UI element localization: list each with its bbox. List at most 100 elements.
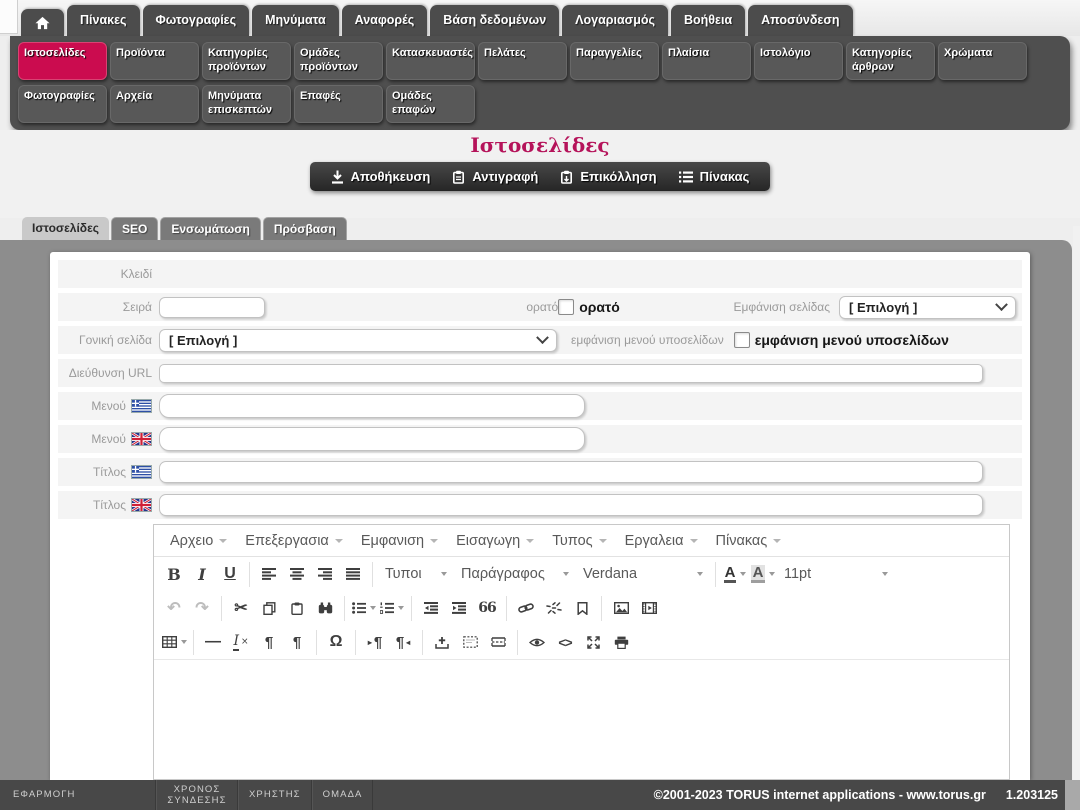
copy-content-button[interactable] (255, 595, 283, 622)
indent-button[interactable] (445, 595, 473, 622)
editor-menu-tools[interactable]: Εργαλεια (616, 533, 707, 549)
font-family-dropdown[interactable]: Verdana (576, 566, 710, 582)
module-button-omades-epafon[interactable]: Ομάδες επαφών (386, 85, 475, 123)
align-justify-button[interactable] (339, 561, 367, 588)
align-center-button[interactable] (283, 561, 311, 588)
module-button-katigories-arthron[interactable]: Κατηγορίες άρθρων (846, 42, 935, 80)
scrollbar-thumb[interactable] (1065, 780, 1080, 810)
cut-button[interactable]: ✂ (227, 595, 255, 622)
editor-menu-file[interactable]: Αρχειο (161, 533, 236, 549)
visible-checkbox[interactable] (558, 299, 574, 315)
preview-button[interactable] (523, 629, 551, 656)
menu-gr-input[interactable] (159, 394, 585, 418)
paragraph-button[interactable]: ¶ (255, 629, 283, 656)
print-button[interactable] (607, 629, 635, 656)
page-display-select[interactable]: [ Επιλογή ] (839, 296, 1016, 319)
topnav-tab-photos[interactable]: Φωτογραφίες (143, 5, 250, 36)
visual-blocks-button[interactable] (456, 629, 484, 656)
copy-button[interactable]: Αντιγραφή (441, 169, 549, 184)
insert-image-button[interactable] (607, 595, 635, 622)
module-button-istologio[interactable]: Ιστολόγιο (754, 42, 843, 80)
numbered-list-button[interactable] (378, 595, 406, 622)
chevron-down-icon (536, 331, 549, 344)
topnav-tab-reports[interactable]: Αναφορές (342, 5, 428, 36)
unlink-button[interactable] (540, 595, 568, 622)
module-button-plaisia[interactable]: Πλαίσια (662, 42, 751, 80)
topnav-tab-account[interactable]: Λογαριασμός (562, 5, 668, 36)
module-button-epafes[interactable]: Επαφές (294, 85, 383, 123)
fullscreen-button[interactable] (579, 629, 607, 656)
module-button-kataskeuastes[interactable]: Κατασκευαστές (386, 42, 475, 80)
undo-button[interactable]: ↶ (160, 595, 188, 622)
menu-en-input[interactable] (159, 427, 585, 451)
clear-formatting-button[interactable]: I× (227, 629, 255, 656)
align-right-button[interactable] (311, 561, 339, 588)
topnav-tab-messages[interactable]: Μηνύματα (252, 5, 339, 36)
anchor-button[interactable] (568, 595, 596, 622)
find-replace-button[interactable] (311, 595, 339, 622)
blockquote-button[interactable]: 66 (473, 595, 501, 622)
topnav-tab-logout[interactable]: Αποσύνδεση (748, 5, 852, 36)
tab-prosvasi[interactable]: Πρόσβαση (263, 217, 347, 240)
insert-media-button[interactable] (635, 595, 663, 622)
outdent-button[interactable] (417, 595, 445, 622)
table-insert-button[interactable] (160, 629, 188, 656)
module-button-omades-proionton[interactable]: Ομάδες προϊόντων (294, 42, 383, 80)
module-button-pelates[interactable]: Πελάτες (478, 42, 567, 80)
editor-menu-edit[interactable]: Επεξεργασια (236, 533, 352, 549)
block-format-dropdown[interactable]: Παράγραφος (454, 566, 576, 582)
topnav-tab-help[interactable]: Βοήθεια (671, 5, 745, 36)
editor-menu-view[interactable]: Εμφανιση (352, 533, 447, 549)
tab-ensomatosi[interactable]: Ενσωμάτωση (160, 217, 260, 240)
paste-content-button[interactable] (283, 595, 311, 622)
styles-dropdown[interactable]: Τυποι (378, 566, 454, 582)
submenu-checkbox[interactable] (734, 332, 750, 348)
align-left-button[interactable] (255, 561, 283, 588)
editor-menu-insert[interactable]: Εισαγωγη (447, 533, 543, 549)
page-break-button[interactable] (484, 629, 512, 656)
editor-menu-table[interactable]: Πίνακας (707, 533, 791, 549)
table-grid-icon (162, 636, 177, 648)
topnav-tab-database[interactable]: Βάση δεδομένων (430, 5, 559, 36)
show-invisibles-button[interactable]: ¶ (283, 629, 311, 656)
source-code-button[interactable]: <> (551, 629, 579, 656)
module-button-proionta[interactable]: Προϊόντα (110, 42, 199, 80)
title-en-input[interactable] (159, 494, 983, 516)
title-gr-input[interactable] (159, 461, 983, 483)
module-button-paraggelies[interactable]: Παραγγελίες (570, 42, 659, 80)
link-button[interactable] (512, 595, 540, 622)
save-button[interactable]: Αποθήκευση (320, 169, 442, 184)
home-tab[interactable] (21, 9, 64, 36)
bullet-list-button[interactable] (350, 595, 378, 622)
tab-seo[interactable]: SEO (111, 217, 158, 240)
ltr-button[interactable]: ▸¶ (361, 629, 389, 656)
vertical-scrollbar[interactable] (1073, 226, 1080, 810)
module-button-fotografies[interactable]: Φωτογραφίες (18, 85, 107, 123)
module-button-katigories-proionton[interactable]: Κατηγορίες προϊόντων (202, 42, 291, 80)
module-button-minimata-episkepton[interactable]: Μηνύματα επισκεπτών (202, 85, 291, 123)
text-color-button[interactable]: A (721, 561, 749, 588)
redo-button[interactable]: ↷ (188, 595, 216, 622)
insert-template-button[interactable] (428, 629, 456, 656)
editor-menu-format[interactable]: Τυπος (543, 533, 615, 549)
font-size-dropdown[interactable]: 11pt (777, 566, 895, 582)
order-input[interactable] (159, 297, 265, 318)
parent-page-select[interactable]: [ Επιλογή ] (159, 329, 557, 352)
module-button-arxeia[interactable]: Αρχεία (110, 85, 199, 123)
special-character-button[interactable]: Ω (322, 629, 350, 656)
bold-button[interactable]: B (160, 561, 188, 588)
paste-button[interactable]: Επικόλληση (549, 169, 667, 184)
underline-button[interactable]: U (216, 561, 244, 588)
module-button-xromata[interactable]: Χρώματα (938, 42, 1027, 80)
italic-button[interactable]: I (188, 561, 216, 588)
tab-istoselides[interactable]: Ιστοσελίδες (22, 217, 109, 240)
editor-content-area[interactable] (154, 659, 1009, 779)
rtl-button[interactable]: ¶◂ (389, 629, 417, 656)
module-button-istoselides[interactable]: Ιστοσελίδες (18, 42, 107, 80)
url-input[interactable] (159, 364, 983, 383)
topnav-tab-pinakes[interactable]: Πίνακες (67, 5, 140, 36)
table-button[interactable]: Πίνακας (668, 169, 761, 184)
binoculars-icon (318, 602, 333, 614)
background-color-button[interactable]: A (749, 561, 777, 588)
horizontal-rule-button[interactable]: — (199, 629, 227, 656)
